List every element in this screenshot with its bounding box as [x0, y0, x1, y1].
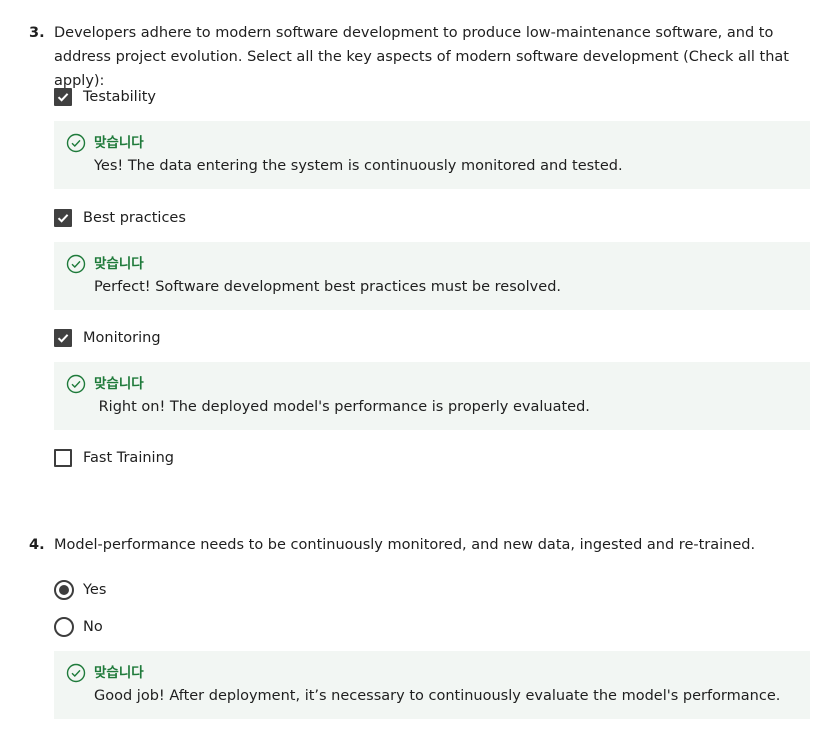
option-no[interactable]: No: [54, 617, 103, 637]
feedback-correct: 맞습니다 Yes! The data entering the system i…: [54, 121, 810, 189]
feedback-title: 맞습니다: [94, 256, 144, 272]
feedback-correct: 맞습니다 Right on! The deployed model's perf…: [54, 362, 810, 430]
feedback-text: Good job! After deployment, it’s necessa…: [94, 688, 781, 704]
checkbox-checked[interactable]: [54, 209, 72, 227]
option-label: Fast Training: [83, 450, 174, 466]
radio-dot: [59, 585, 69, 595]
feedback-title: 맞습니다: [94, 135, 144, 151]
option-label: Testability: [83, 89, 156, 105]
checkmark-icon: [57, 334, 69, 343]
option-label: Best practices: [83, 210, 186, 226]
option-testability[interactable]: Testability: [54, 87, 156, 107]
option-label: Yes: [83, 582, 107, 598]
question-prompt: Model-performance needs to be continuous…: [54, 537, 756, 553]
question-4: 4. Model-performance needs to be continu…: [0, 533, 834, 557]
feedback-text: Yes! The data entering the system is con…: [94, 158, 623, 174]
check-circle-icon: [66, 133, 86, 153]
option-monitoring[interactable]: Monitoring: [54, 328, 161, 348]
checkbox-checked[interactable]: [54, 88, 72, 106]
check-circle-icon: [66, 663, 86, 683]
question-3: 3. Developers adhere to modern software …: [0, 21, 834, 93]
checkbox-unchecked[interactable]: [54, 449, 72, 467]
feedback-correct: 맞습니다 Good job! After deployment, it’s ne…: [54, 651, 810, 719]
question-4-header: 4. Model-performance needs to be continu…: [0, 533, 834, 557]
radio-selected[interactable]: [54, 580, 74, 600]
radio-unselected[interactable]: [54, 617, 74, 637]
check-circle-icon: [66, 254, 86, 274]
question-number: 3.: [29, 25, 45, 41]
feedback-text: Right on! The deployed model's performan…: [94, 399, 590, 415]
feedback-correct: 맞습니다 Perfect! Software development best …: [54, 242, 810, 310]
option-best-practices[interactable]: Best practices: [54, 208, 186, 228]
feedback-title: 맞습니다: [94, 665, 144, 681]
feedback-title: 맞습니다: [94, 376, 144, 392]
feedback-text: Perfect! Software development best pract…: [94, 279, 562, 295]
option-yes[interactable]: Yes: [54, 580, 106, 600]
option-fast-training[interactable]: Fast Training: [54, 448, 174, 468]
checkmark-icon: [57, 93, 69, 102]
question-number: 4.: [29, 537, 45, 553]
checkmark-icon: [57, 214, 69, 223]
question-prompt: Developers adhere to modern software dev…: [54, 25, 789, 89]
check-circle-icon: [66, 374, 86, 394]
option-label: No: [83, 619, 103, 635]
option-label: Monitoring: [83, 330, 161, 346]
question-3-header: 3. Developers adhere to modern software …: [0, 21, 834, 93]
checkbox-checked[interactable]: [54, 329, 72, 347]
